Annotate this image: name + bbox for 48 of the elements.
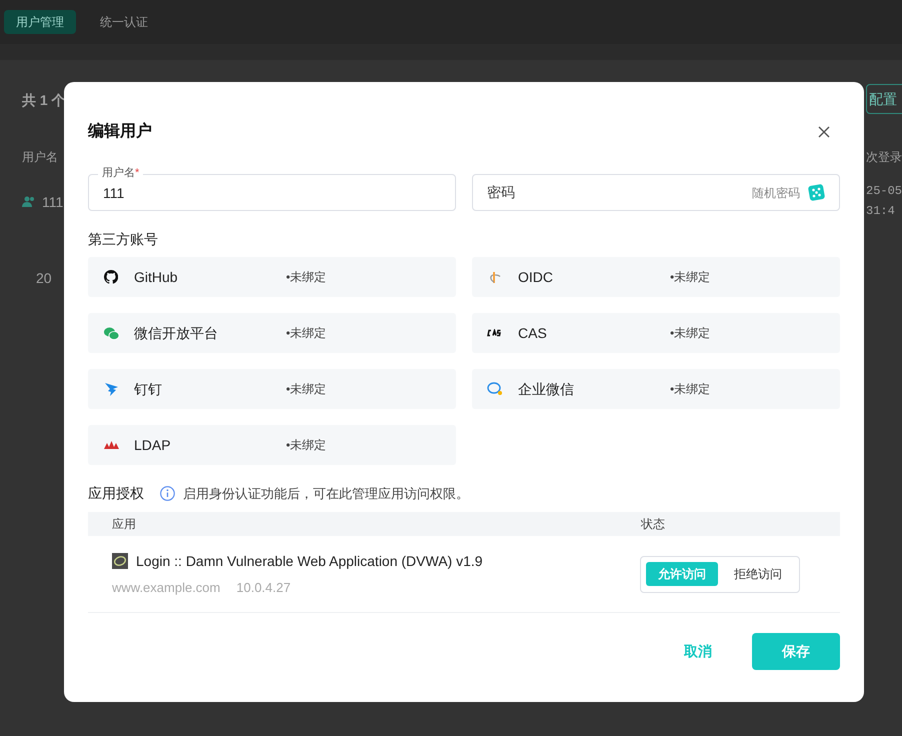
column-header: 用户名 xyxy=(22,149,58,166)
app-domain: www.example.com xyxy=(112,578,220,597)
column-header: 状态 xyxy=(641,516,665,533)
oidc-icon xyxy=(488,270,502,284)
binding-status: •未绑定 xyxy=(286,437,326,454)
account-name: GitHub xyxy=(134,268,179,286)
column-header: 应用 xyxy=(112,516,137,533)
tab[interactable]: 统一认证 xyxy=(88,10,160,34)
binding-status: •未绑定 xyxy=(286,381,326,398)
close-icon[interactable] xyxy=(818,126,830,138)
cas-icon xyxy=(487,329,503,337)
tab[interactable]: 用户管理 xyxy=(4,10,76,34)
random-password-link[interactable]: 随机密码 xyxy=(752,184,800,202)
access-option[interactable]: 拒绝访问 xyxy=(722,562,794,586)
user-count: 共 1 个 xyxy=(22,91,66,110)
table-cell-text: 31:4 xyxy=(866,203,895,220)
chat-bubbles-icon xyxy=(104,326,118,340)
password-field[interactable]: 密码 随机密码 xyxy=(472,174,840,211)
account-name: LDAP xyxy=(134,436,172,454)
app-ip: 10.0.4.27 xyxy=(236,578,291,597)
binding-status: •未绑定 xyxy=(670,269,710,286)
account-name: 企业微信 xyxy=(518,380,575,398)
section-title: 应用授权 xyxy=(88,484,144,503)
account-name: OIDC xyxy=(518,268,554,286)
account-name: 钉钉 xyxy=(134,380,163,398)
app-name: Login :: Damn Vulnerable Web Application (DVWA) v1.9 xyxy=(136,552,483,571)
app-logo-icon xyxy=(112,553,128,570)
section-title: 第三方账号 xyxy=(88,230,159,249)
account-name: 微信开放平台 xyxy=(134,324,219,342)
binding-status: •未绑定 xyxy=(670,325,710,342)
hint-text: 启用身份认证功能后，可在此管理应用访问权限。 xyxy=(183,484,469,503)
account-name: CAS xyxy=(518,324,548,342)
binding-status: •未绑定 xyxy=(286,269,326,286)
github-icon xyxy=(104,270,118,284)
page-size-select[interactable]: 20 xyxy=(36,268,52,289)
dialog-title: 编辑用户 xyxy=(88,121,152,142)
mountains-icon xyxy=(104,441,118,449)
column-header: 次登录 xyxy=(866,149,902,166)
password-input[interactable]: 密码 xyxy=(487,182,752,203)
info-icon xyxy=(160,486,175,501)
paper-plane-icon xyxy=(104,382,118,396)
config-button[interactable]: 配置 xyxy=(866,84,902,114)
table-cell-text: 25-05 xyxy=(866,183,902,200)
users-icon xyxy=(22,196,36,208)
binding-status: •未绑定 xyxy=(286,325,326,342)
chat-bubble-icon xyxy=(487,382,503,396)
binding-status: •未绑定 xyxy=(670,381,710,398)
table-cell-text: 111 xyxy=(42,193,64,212)
